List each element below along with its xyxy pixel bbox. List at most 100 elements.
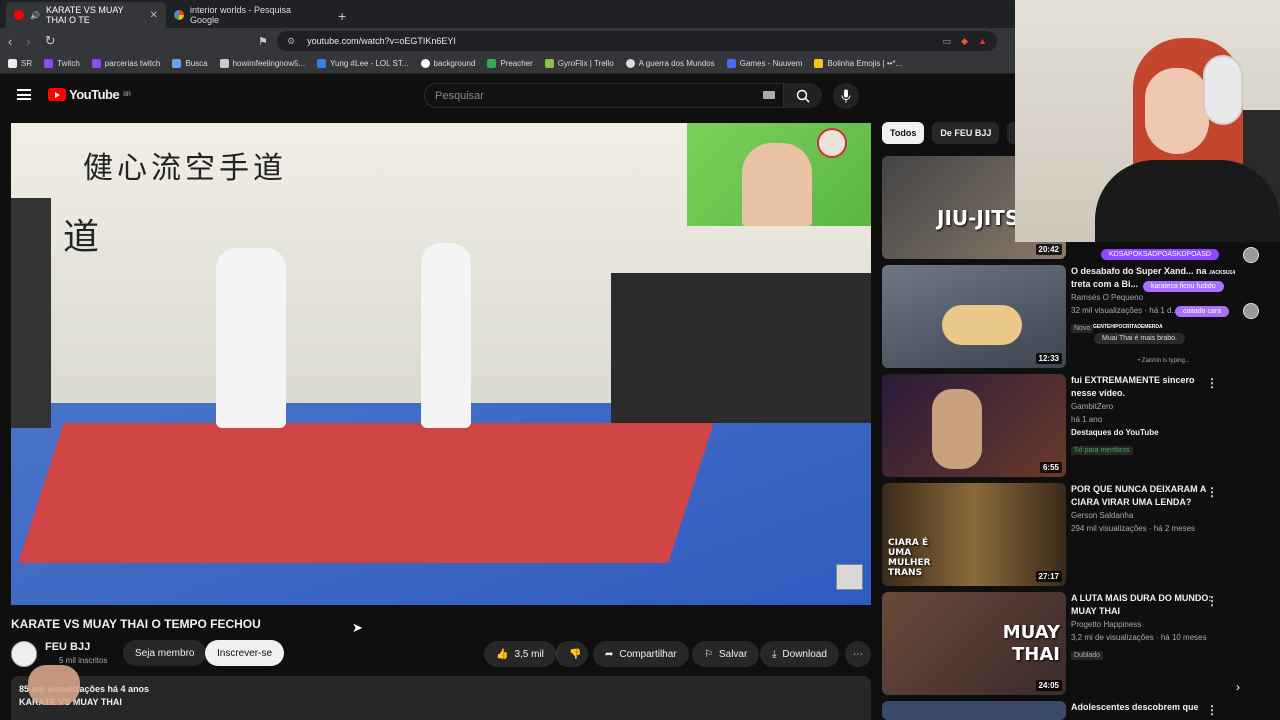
- headphones: [1203, 55, 1243, 125]
- bookmark-item[interactable]: A guerra dos Mundos: [625, 59, 715, 68]
- channel-avatar[interactable]: [11, 641, 37, 667]
- chat-username: GENTEHIPOCRITADEMERDA: [1093, 324, 1163, 330]
- video-duration: 12:33: [1035, 353, 1062, 364]
- recommendation-title: A LUTA MAIS DURA DO MUNDO: MUAY THAI: [1071, 593, 1212, 616]
- bookmark-item[interactable]: Games - Nuuvem: [726, 59, 802, 68]
- youtube-play-icon: [48, 88, 66, 101]
- bookmark-icon: ⚐: [704, 648, 713, 660]
- streamer-face: [1145, 68, 1209, 154]
- tab-youtube[interactable]: 🔊 KARATE VS MUAY THAI O TE ✕: [6, 2, 166, 28]
- bookmark-icon: [172, 59, 182, 68]
- youtube-header: YouTube BR Pesquisar: [0, 75, 1015, 117]
- recommendation-thumbnail[interactable]: [882, 701, 1066, 720]
- view-count-date: 85 mil visualizações há 4 anos: [19, 684, 150, 694]
- folder-icon: [814, 59, 824, 68]
- next-arrow-icon[interactable]: ›: [1236, 680, 1240, 694]
- description-box[interactable]: 85 mil visualizações há 4 anos KARATE VS…: [11, 676, 871, 720]
- recommendation-info[interactable]: POR QUE NUNCA DEIXARAM A CIARA VIRAR UMA…: [1071, 483, 1221, 535]
- dislike-button[interactable]: 👎: [556, 641, 588, 667]
- recommendation-info[interactable]: Adolescentes descobrem que: [1071, 701, 1221, 714]
- url-field[interactable]: ⚙ youtube.com/watch?v=oEGTIKn6EYI ▭ ◆ ▲: [277, 31, 997, 51]
- menu-icon[interactable]: [17, 89, 31, 100]
- save-button[interactable]: ⚐ Salvar: [692, 641, 760, 667]
- members-only-badge: Só para membros: [1071, 446, 1133, 455]
- recommendation-channel: Progetto Happiness: [1071, 620, 1142, 629]
- streamer-reaction-overlay: [687, 123, 871, 226]
- subscriber-count: 5 mil inscritos: [59, 656, 108, 665]
- bookmark-item[interactable]: parcerias twitch: [91, 59, 160, 68]
- recommendation-meta: há 1 ano: [1071, 415, 1103, 424]
- streamer-sticker: [28, 665, 80, 705]
- tab-label: interior worlds - Pesquisa Google: [190, 5, 292, 25]
- thumbs-up-icon: 👍: [496, 648, 509, 660]
- chat-avatar: [1243, 303, 1259, 319]
- dubbed-badge: Dublado: [1071, 651, 1104, 660]
- trello-icon: [544, 59, 554, 68]
- subscribe-button[interactable]: Inscrever-se: [205, 640, 285, 666]
- recommendation-meta: 3,2 mi de visualizações · há 10 meses: [1071, 633, 1207, 642]
- bookmark-icon: [8, 59, 17, 68]
- rewards-icon[interactable]: ▲: [978, 36, 987, 47]
- recommendation-shelf: Destaques do YouTube: [1071, 428, 1159, 437]
- recommendation-info[interactable]: fui EXTREMAMENTE sincero nesse vídeo. Ga…: [1071, 374, 1221, 457]
- karate-fighter: [421, 243, 471, 428]
- reload-icon[interactable]: ↻: [45, 33, 56, 49]
- recommendation-thumbnail[interactable]: 12:33: [882, 265, 1066, 368]
- twitch-icon: [91, 59, 101, 68]
- chip-from-channel[interactable]: De FEU BJJ: [932, 122, 1000, 144]
- address-bar-row: ‹ › ↻ ⚑ ⚙ youtube.com/watch?v=oEGTIKn6EY…: [0, 28, 1015, 54]
- join-button[interactable]: Seja membro: [123, 640, 207, 666]
- channel-watermark[interactable]: [836, 564, 863, 590]
- bookmark-item[interactable]: Preacher: [487, 59, 533, 68]
- new-tab-button[interactable]: +: [326, 8, 358, 28]
- typing-indicator: • Zaishin is typing...: [1138, 358, 1190, 364]
- recommendation-thumbnail[interactable]: CIARA É UMA MULHER TRANS 27:17: [882, 483, 1066, 586]
- download-button[interactable]: ⤓ Download: [760, 641, 839, 667]
- chip-all[interactable]: Todos: [882, 122, 925, 144]
- recommendation-thumbnail[interactable]: 6:55: [882, 374, 1066, 477]
- tab-google[interactable]: interior worlds - Pesquisa Google: [166, 2, 326, 28]
- voice-search-button[interactable]: [833, 83, 859, 109]
- close-tab-icon[interactable]: ✕: [150, 10, 158, 21]
- forward-icon[interactable]: ›: [26, 34, 30, 49]
- more-options-icon[interactable]: ⋮: [1206, 376, 1218, 390]
- more-options-icon[interactable]: ⋮: [1206, 485, 1218, 499]
- bookmark-item[interactable]: GyroFlix | Trello: [544, 59, 614, 68]
- more-options-icon[interactable]: ⋮: [1206, 703, 1218, 717]
- video-title: KARATE VS MUAY THAI O TEMPO FECHOU: [11, 617, 261, 631]
- recommendation-thumbnail[interactable]: MUAY THAI 24:05: [882, 592, 1066, 695]
- back-icon[interactable]: ‹: [8, 34, 12, 49]
- more-actions-button[interactable]: ⋯: [845, 641, 871, 667]
- recommendation-title: Adolescentes descobrem que: [1071, 702, 1199, 712]
- globe-icon: [625, 59, 635, 68]
- site-info-icon[interactable]: ⚙: [287, 36, 295, 47]
- recommendation-title: fui EXTREMAMENTE sincero nesse vídeo.: [1071, 375, 1195, 398]
- bookmark-item[interactable]: background: [420, 59, 475, 68]
- keyboard-icon[interactable]: [763, 91, 775, 99]
- channel-name[interactable]: FEU BJJ: [45, 641, 90, 653]
- url-text: youtube.com/watch?v=oEGTIKn6EYI: [307, 36, 456, 46]
- cast-icon[interactable]: ▭: [943, 36, 952, 47]
- youtube-favicon-icon: [14, 10, 24, 20]
- bookmark-star-icon[interactable]: ⚑: [258, 35, 268, 48]
- bookmark-item[interactable]: SR: [8, 59, 32, 68]
- recommendation-info[interactable]: A LUTA MAIS DURA DO MUNDO: MUAY THAI Pro…: [1071, 592, 1221, 662]
- bookmark-item[interactable]: Busca: [172, 59, 208, 68]
- bookmark-item[interactable]: Yung #Lee - LOL ST...: [317, 59, 409, 68]
- recommendation-title: POR QUE NUNCA DEIXARAM A CIARA VIRAR UMA…: [1071, 484, 1207, 507]
- youtube-logo[interactable]: YouTube BR: [48, 87, 131, 102]
- share-button[interactable]: ➦ Compartilhar: [593, 641, 689, 667]
- streamer-shirt: [1095, 160, 1280, 242]
- recommendation-meta: 294 mil visualizações · há 2 meses: [1071, 524, 1196, 533]
- search-button[interactable]: [784, 83, 822, 108]
- like-button[interactable]: 👍 3,5 mil: [484, 641, 556, 667]
- recommendation-filter-chips: Todos De FEU BJJ M: [882, 122, 1031, 144]
- new-badge: Novo: [1071, 324, 1094, 333]
- search-input[interactable]: Pesquisar: [424, 83, 784, 108]
- brave-shield-icon[interactable]: ◆: [961, 36, 968, 47]
- bookmark-item[interactable]: howimfeelingnow5...: [219, 59, 305, 68]
- more-options-icon[interactable]: ⋮: [1206, 594, 1218, 608]
- bookmark-item[interactable]: Twitch: [44, 59, 80, 68]
- chat-message: KDSAPOKSADPOASKDPOASD: [1101, 249, 1219, 260]
- bookmark-item[interactable]: Bolinha Emojis | ••*...: [814, 59, 902, 68]
